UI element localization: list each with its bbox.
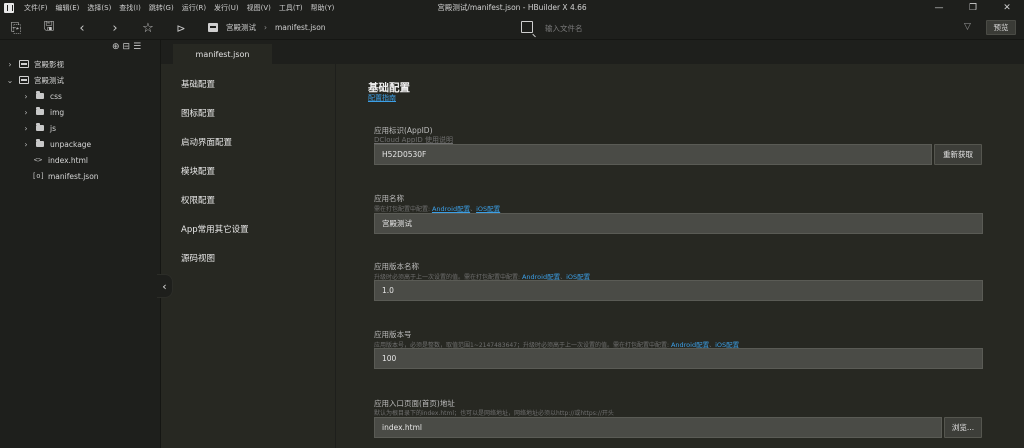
- tree-folder-item[interactable]: › img: [22, 104, 64, 120]
- json-file-icon: [o]: [32, 172, 45, 180]
- run-icon[interactable]: ⊳: [173, 20, 189, 36]
- tree-item-label: 宫殿影视: [34, 59, 64, 69]
- tree-project-item[interactable]: › 宫殿影视: [6, 56, 64, 72]
- tree-item-label: 宫殿测试: [34, 75, 64, 85]
- tree-folder-item[interactable]: › css: [22, 88, 62, 104]
- html-file-icon: <>: [33, 156, 43, 164]
- editor-tab-strip: manifest.json: [161, 40, 1024, 64]
- explorer-menu-icon[interactable]: ☰: [133, 42, 141, 52]
- tree-file-item[interactable]: [o] manifest.json: [30, 168, 99, 184]
- config-guide-link[interactable]: 配置指南: [368, 93, 396, 103]
- nav-app-other-settings[interactable]: App常用其它设置: [181, 223, 249, 235]
- explorer-tools: ⊕ ⊟ ☰: [112, 42, 141, 52]
- chevron-right-icon: ›: [24, 91, 28, 101]
- window-controls: — ❐ ✕: [922, 0, 1024, 15]
- minimize-icon[interactable]: —: [922, 0, 956, 15]
- app-name-field[interactable]: 宫殿测试: [374, 213, 983, 234]
- android-config-link[interactable]: Android配置: [432, 205, 470, 213]
- nav-source-view[interactable]: 源码视图: [181, 252, 215, 264]
- tree-item-label: img: [50, 107, 65, 117]
- breadcrumb-file[interactable]: manifest.json: [275, 23, 326, 32]
- folder-icon: [36, 91, 44, 99]
- nav-module-config[interactable]: 模块配置: [181, 165, 215, 177]
- project-icon: [19, 60, 29, 68]
- tree-file-item[interactable]: <> index.html: [30, 152, 88, 168]
- breadcrumb: 宫殿测试 › manifest.json: [208, 22, 326, 33]
- menu-file[interactable]: 文件(F): [20, 3, 52, 13]
- chevron-down-icon: ⌄: [6, 75, 14, 85]
- folder-icon: [36, 139, 44, 147]
- folder-icon: [36, 123, 44, 131]
- preview-button[interactable]: 预览: [986, 20, 1016, 35]
- tree-item-label: index.html: [48, 155, 88, 165]
- nav-splash-config[interactable]: 启动界面配置: [181, 136, 232, 148]
- menu-run[interactable]: 运行(R): [178, 3, 210, 13]
- entry-page-field[interactable]: index.html: [374, 417, 942, 438]
- tree-folder-item[interactable]: › js: [22, 120, 56, 136]
- tree-item-label: unpackage: [50, 139, 92, 149]
- hbuilder-logo-icon: [4, 2, 14, 13]
- menu-bar: 文件(F) 编辑(E) 选择(S) 查找(I) 跳转(G) 运行(R) 发行(U…: [20, 3, 338, 13]
- bookmark-star-icon[interactable]: ☆: [140, 20, 156, 36]
- version-code-field[interactable]: 100: [374, 348, 983, 369]
- new-file-icon[interactable]: ⎘: [8, 20, 24, 36]
- close-icon[interactable]: ✕: [990, 0, 1024, 15]
- menu-view[interactable]: 视图(V): [243, 3, 275, 13]
- basic-config-panel: 基础配置 配置指南 应用标识(AppID) DCloud AppID 使用说明 …: [336, 64, 1024, 448]
- appid-field[interactable]: H52D0530F: [374, 144, 932, 165]
- menu-goto[interactable]: 跳转(G): [145, 3, 178, 13]
- title-bar: 文件(F) 编辑(E) 选择(S) 查找(I) 跳转(G) 运行(R) 发行(U…: [0, 0, 1024, 15]
- project-icon: [208, 23, 218, 32]
- folder-icon: [36, 107, 44, 115]
- locate-icon[interactable]: ⊕: [112, 42, 120, 52]
- menu-find[interactable]: 查找(I): [115, 3, 145, 13]
- chevron-right-icon: ›: [24, 107, 28, 117]
- tab-manifest-json[interactable]: manifest.json: [173, 44, 272, 64]
- menu-select[interactable]: 选择(S): [83, 3, 115, 13]
- chevron-right-icon: ›: [8, 59, 12, 69]
- filter-icon[interactable]: ▽: [964, 22, 971, 32]
- breadcrumb-project[interactable]: 宫殿测试: [226, 22, 256, 33]
- menu-edit[interactable]: 编辑(E): [52, 3, 84, 13]
- tree-item-label: js: [50, 123, 56, 133]
- file-search-input[interactable]: [545, 22, 845, 34]
- project-explorer: ⊕ ⊟ ☰ › 宫殿影视 ⌄ 宫殿测试 › css › img › js › u…: [0, 40, 161, 448]
- refresh-appid-button[interactable]: 重新获取: [934, 144, 982, 165]
- nav-icon-config[interactable]: 图标配置: [181, 107, 215, 119]
- menu-tools[interactable]: 工具(T): [275, 3, 307, 13]
- menu-publish[interactable]: 发行(U): [210, 3, 243, 13]
- ios-config-link[interactable]: iOS配置: [476, 205, 500, 213]
- entry-page-hint: 默认为根目录下的index.html；也可以是网络地址，网络地址必须以http:…: [374, 410, 614, 417]
- breadcrumb-separator-icon: ›: [264, 23, 267, 32]
- app-name-hint: 需在打包配置中配置: Android配置、iOS配置: [374, 205, 501, 213]
- version-name-field[interactable]: 1.0: [374, 280, 983, 301]
- file-search-icon: [521, 21, 533, 33]
- tree-folder-item[interactable]: › unpackage: [22, 136, 91, 152]
- tree-project-item[interactable]: ⌄ 宫殿测试: [6, 72, 64, 88]
- save-icon[interactable]: 🖫: [41, 19, 57, 36]
- chevron-right-icon: ›: [24, 139, 28, 149]
- toolbar: ⎘ 🖫 ‹ › ☆ ⊳ 宫殿测试 › manifest.json: [0, 15, 1024, 40]
- settings-nav: 基础配置 图标配置 启动界面配置 模块配置 权限配置 App常用其它设置 源码视…: [161, 64, 336, 448]
- restore-icon[interactable]: ❐: [956, 0, 990, 15]
- menu-help[interactable]: 帮助(Y): [307, 3, 339, 13]
- collapse-all-icon[interactable]: ⊟: [123, 42, 131, 52]
- chevron-right-icon: ›: [24, 123, 28, 133]
- back-icon[interactable]: ‹: [74, 20, 90, 36]
- tree-item-label: manifest.json: [48, 171, 99, 181]
- project-icon: [19, 76, 29, 84]
- nav-basic-config[interactable]: 基础配置: [181, 78, 215, 90]
- nav-permission-config[interactable]: 权限配置: [181, 194, 215, 206]
- forward-icon[interactable]: ›: [107, 20, 123, 36]
- collapse-sidebar-icon[interactable]: ‹: [157, 274, 173, 298]
- tree-item-label: css: [50, 91, 62, 101]
- browse-button[interactable]: 浏览...: [944, 417, 982, 438]
